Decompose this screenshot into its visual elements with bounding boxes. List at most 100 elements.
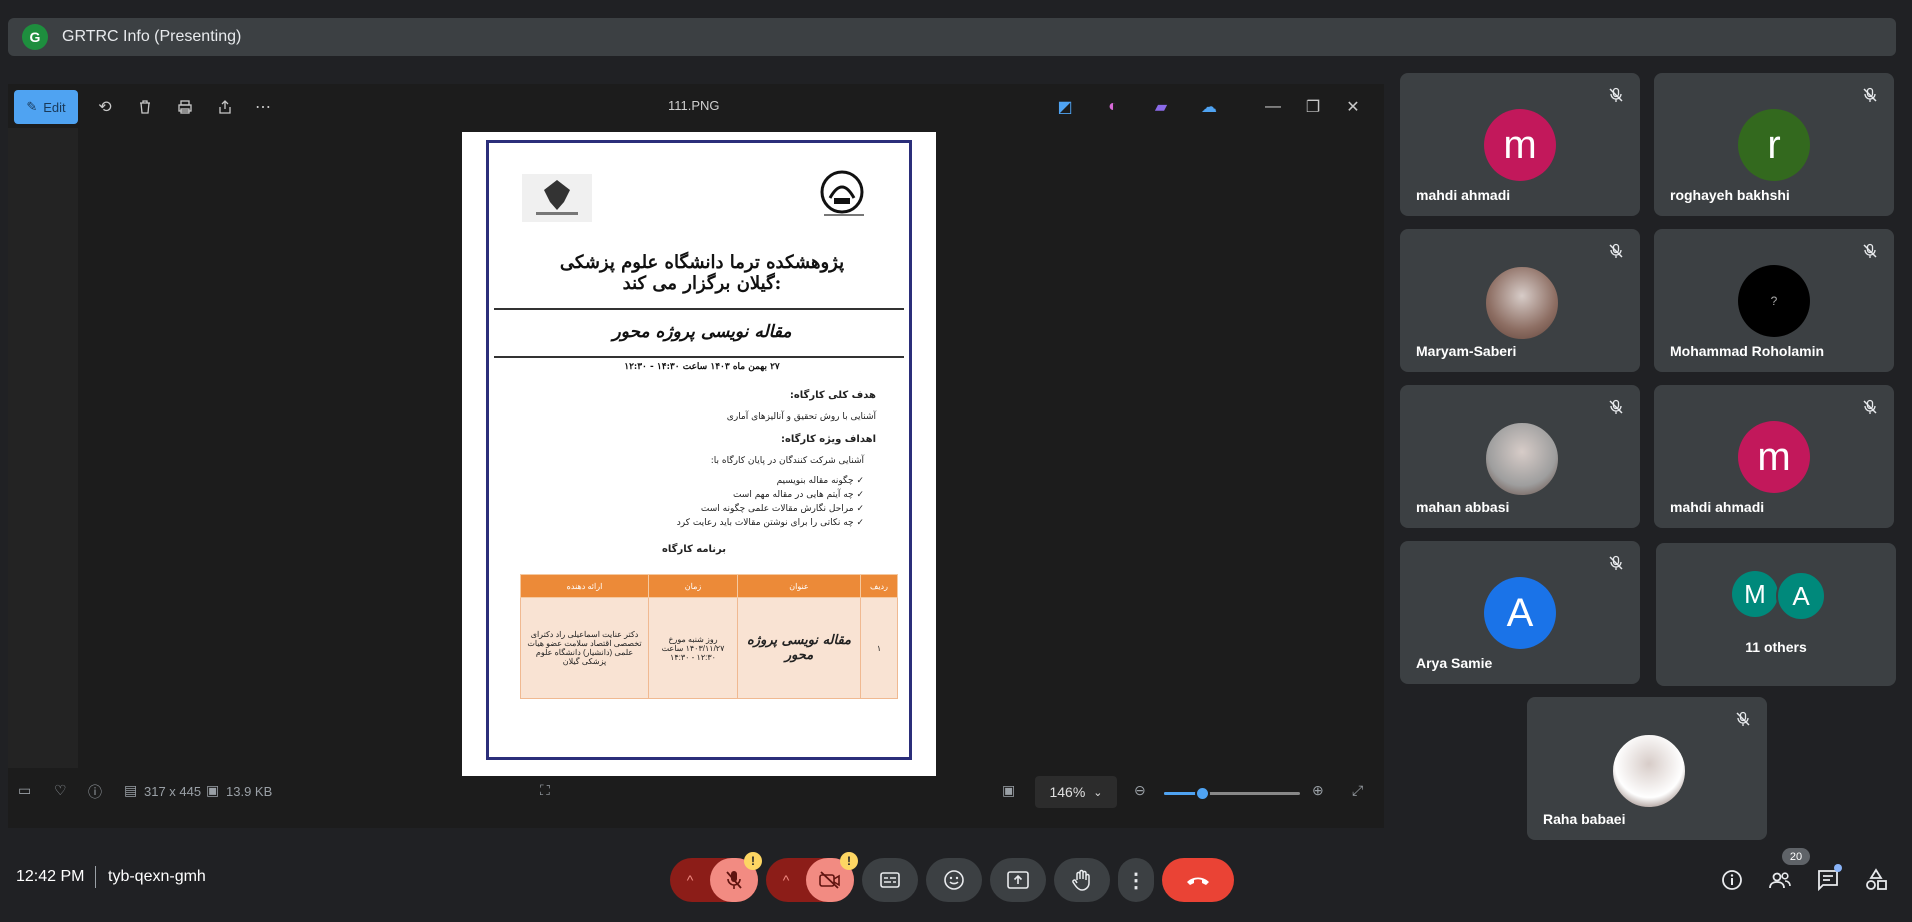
meeting-title: GRTRC Info (Presenting): [62, 28, 242, 45]
shared-screen: ✎ Edit ⟲ ⋯ 111.PNG ◩ ◐ ▰ ☁ — ❐ ✕ پژوهشکد…: [8, 84, 1384, 828]
divider: [494, 356, 904, 358]
participant-name: mahdi ahmadi: [1670, 499, 1765, 515]
mic-off-icon: [1608, 243, 1624, 259]
table-cell: مقاله نویسی پروژه محور: [737, 597, 861, 699]
edit-button[interactable]: ✎ Edit: [14, 90, 78, 124]
mic-off-icon: [1735, 711, 1751, 727]
file-size-icon: ▣: [206, 782, 220, 798]
participant-name: Maryam-Saberi: [1416, 343, 1517, 359]
cloud-off-icon[interactable]: ☁: [1198, 96, 1220, 118]
camera-options-button[interactable]: ^: [766, 858, 806, 902]
participant-tile[interactable]: ? Mohammad Roholamin: [1654, 229, 1894, 372]
chevron-down-icon: ⌄: [1093, 786, 1103, 799]
edit-label: Edit: [43, 99, 66, 115]
activities-icon: [1866, 868, 1887, 890]
avatar: r: [1738, 109, 1810, 181]
avatar: [1484, 265, 1560, 341]
general-goal-heading: هدف کلی کارگاه:: [789, 390, 876, 401]
table-header-row: ردیف عنوان زمان ارائه دهنده: [520, 574, 898, 598]
general-goal: آشنایی با روش تحقیق و آنالیزهای آماری: [726, 412, 876, 422]
info-icon[interactable]: ⓘ: [88, 782, 102, 802]
participant-name: mahdi ahmadi: [1416, 187, 1511, 203]
file-size: 13.9 KB: [226, 784, 273, 799]
viewer-side-strip: [8, 128, 78, 768]
list-item: ✓ چگونه مقاله بنویسیم: [776, 476, 864, 486]
avatar: M: [1732, 571, 1778, 617]
fullscreen-icon[interactable]: ⤢: [1352, 782, 1363, 799]
mic-off-icon: [726, 871, 742, 889]
scan-icon[interactable]: ⛶: [540, 782, 550, 799]
divider: [494, 308, 904, 310]
specific-goals-heading: اهداف ویژه کارگاه:: [780, 434, 876, 445]
mic-off-icon: [1608, 87, 1624, 103]
presenter-avatar: G: [22, 24, 48, 50]
avatar: A: [1484, 577, 1556, 649]
zoom-in-icon[interactable]: ⊕: [1312, 782, 1324, 799]
participant-tile[interactable]: m mahdi ahmadi: [1400, 73, 1640, 216]
minimize-icon[interactable]: —: [1262, 96, 1284, 118]
captions-icon: [880, 872, 900, 888]
rotate-icon[interactable]: ⟲: [94, 96, 116, 118]
clock: 12:42 PM: [16, 868, 85, 885]
zoom-slider[interactable]: [1164, 786, 1300, 801]
participant-tile-others[interactable]: M A 11 others: [1656, 543, 1896, 686]
present-button[interactable]: [990, 858, 1046, 902]
close-icon[interactable]: ✕: [1342, 96, 1364, 118]
participant-tile[interactable]: A Arya Samie: [1400, 541, 1640, 684]
unread-dot-icon: [1834, 864, 1842, 872]
list-item: ✓ مراحل نگارش مقالات علمی چگونه است: [700, 504, 864, 514]
chat-button[interactable]: [1816, 864, 1842, 892]
warning-icon: !: [744, 852, 762, 870]
captions-button[interactable]: [862, 858, 918, 902]
share-icon[interactable]: [214, 96, 236, 118]
zoom-out-icon[interactable]: ⊖: [1134, 782, 1146, 799]
list-item: ✓ چه نکاتی را برای نوشتن مقالات باید رعا…: [676, 518, 864, 528]
participant-tile[interactable]: mahan abbasi: [1400, 385, 1640, 528]
delete-icon[interactable]: [134, 96, 156, 118]
participant-tile[interactable]: Maryam-Saberi: [1400, 229, 1640, 372]
more-options-button[interactable]: ⋮: [1118, 858, 1154, 902]
zoom-level: 146%: [1049, 784, 1086, 800]
participant-tile[interactable]: Raha babaei: [1527, 697, 1767, 840]
reactions-button[interactable]: [926, 858, 982, 902]
clipchamp-icon[interactable]: ▰: [1150, 96, 1172, 118]
microphone-control: ^ !: [670, 852, 762, 902]
table-header: ارائه دهنده: [520, 574, 649, 598]
participant-name: mahan abbasi: [1416, 499, 1510, 515]
fit-screen-icon[interactable]: ▣: [1002, 782, 1015, 799]
avatar: m: [1738, 421, 1810, 493]
avatar: [1611, 733, 1687, 809]
zoom-dropdown[interactable]: 146% ⌄: [1035, 776, 1117, 808]
mic-off-icon: [1862, 243, 1878, 259]
favorite-icon[interactable]: ♡: [54, 782, 67, 799]
participant-tile[interactable]: m mahdi ahmadi: [1654, 385, 1894, 528]
people-icon: [1769, 872, 1791, 889]
table-header: ردیف: [860, 574, 898, 598]
designer-icon[interactable]: ◐: [1102, 96, 1124, 118]
raise-hand-button[interactable]: [1054, 858, 1110, 902]
leave-call-button[interactable]: [1162, 858, 1234, 902]
mic-options-button[interactable]: ^: [670, 858, 710, 902]
mic-off-icon: [1608, 555, 1624, 571]
table-cell: روز شنبه مورخ ۱۴۰۳/۱۱/۲۷ ساعت ۱۲:۳۰ - ۱۴…: [648, 597, 738, 699]
present-screen-icon: [1007, 871, 1029, 889]
participant-name: Raha babaei: [1543, 811, 1626, 827]
edit-image-icon[interactable]: ◩: [1054, 96, 1076, 118]
meeting-details-button[interactable]: [1720, 868, 1744, 892]
avatar: ?: [1738, 265, 1810, 337]
more-vert-icon: ⋮: [1126, 869, 1146, 892]
zoom-slider-handle[interactable]: [1195, 786, 1211, 801]
avatar: A: [1776, 571, 1826, 621]
table-header: عنوان: [737, 574, 861, 598]
activities-button[interactable]: [1864, 868, 1888, 892]
people-button[interactable]: 20: [1768, 848, 1810, 892]
restore-icon[interactable]: ❐: [1302, 96, 1324, 118]
end-call-icon: [1187, 877, 1209, 885]
edit-icon: ✎: [26, 99, 38, 114]
print-icon[interactable]: [174, 96, 196, 118]
table-cell: ۱: [860, 597, 898, 699]
filmstrip-icon[interactable]: ▭: [18, 782, 31, 799]
more-options-icon[interactable]: ⋯: [252, 96, 274, 118]
participant-tile[interactable]: r roghayeh bakhshi: [1654, 73, 1894, 216]
hand-icon: [1072, 869, 1090, 891]
